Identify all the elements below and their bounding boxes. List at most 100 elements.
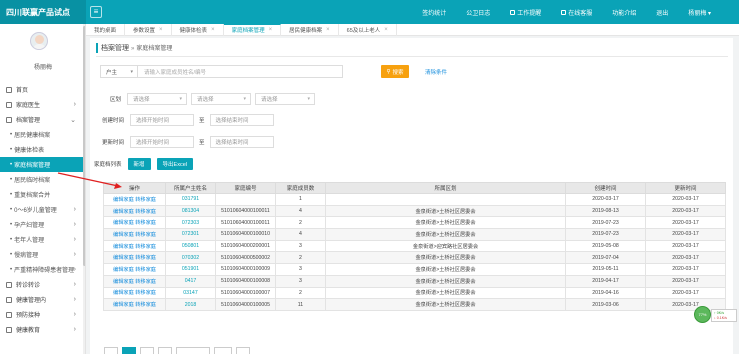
- topnav-item[interactable]: 在线客服: [551, 8, 602, 17]
- close-icon[interactable]: ×: [326, 27, 330, 33]
- row-actions-link[interactable]: 编辑家庭 转移家庭: [113, 197, 156, 203]
- page-prev[interactable]: [104, 347, 118, 354]
- table-cell: 2020-03-17: [645, 239, 726, 253]
- owner-name-cell: 051901: [181, 266, 200, 273]
- search-type-select[interactable]: 户主 ▾: [100, 65, 138, 78]
- table-row[interactable]: 编辑家庭 转移家庭 03147 51010604000100007 2 金泉街道>土桥社…: [103, 286, 726, 300]
- close-icon[interactable]: ×: [159, 27, 163, 33]
- table-row[interactable]: 编辑家庭 转移家庭 2018 51010604000100005 11 金泉街道>土桥社…: [103, 298, 726, 311]
- search-input[interactable]: 请输入家庭成员姓名/编号: [138, 65, 343, 78]
- page-2[interactable]: [140, 347, 154, 354]
- column-header[interactable]: 创建时间: [565, 182, 646, 194]
- created-end-input[interactable]: 选择结束时间: [209, 114, 274, 126]
- topnav-item[interactable]: 签约统计: [412, 8, 456, 17]
- topnav-item[interactable]: 杨丽梅 ▾: [678, 8, 721, 17]
- column-header[interactable]: 家庭成员数: [275, 182, 326, 194]
- updated-start-input[interactable]: 选择开始时间: [130, 136, 195, 148]
- topnav-item[interactable]: 功能介绍: [602, 8, 646, 17]
- column-header[interactable]: 所属户主姓名: [165, 182, 216, 194]
- sidebar-item[interactable]: • 居民健康档案: [0, 127, 85, 142]
- sidebar-item[interactable]: • 慢病管理 ›: [0, 247, 85, 262]
- column-header[interactable]: 家庭编号: [215, 182, 276, 194]
- family-code-cell: 51010604000100007: [220, 289, 271, 296]
- table-cell: 081304: [165, 204, 216, 218]
- tab[interactable]: 家庭档案管理 ×: [223, 23, 282, 36]
- region-select-1[interactable]: 请选择 ▾: [127, 93, 188, 105]
- sidebar-item[interactable]: • 严重精神障碍患者管理 ›: [0, 262, 85, 277]
- row-actions-link[interactable]: 编辑家庭 转移家庭: [113, 209, 156, 215]
- page-1[interactable]: [122, 347, 136, 354]
- row-actions-link[interactable]: 编辑家庭 转移家庭: [113, 302, 156, 308]
- sidebar-item[interactable]: • 老年人管理 ›: [0, 232, 85, 247]
- menu-toggle-icon[interactable]: ≡: [90, 6, 102, 18]
- topnav-item[interactable]: 工作提醒: [500, 8, 551, 17]
- table-row[interactable]: 编辑家庭 转移家庭 050801 51010604000200001 3 金泉街道>迎宾…: [103, 239, 726, 253]
- tab[interactable]: 居民健康档案 ×: [281, 23, 339, 36]
- table-row[interactable]: 编辑家庭 转移家庭 031791 1 2020-03-17 2020-03-17: [103, 193, 726, 206]
- search-button[interactable]: ⚲ 搜索: [381, 65, 409, 78]
- tab[interactable]: 我的桌面: [86, 23, 126, 36]
- page-3[interactable]: [158, 347, 172, 354]
- topnav-item[interactable]: 退出: [646, 8, 678, 17]
- table-row[interactable]: 编辑家庭 转移家庭 0417 51010604000100008 3 金泉街道>土桥社区…: [103, 274, 726, 288]
- sidebar-scrollbar-thumb[interactable]: [83, 26, 85, 266]
- table-row[interactable]: 编辑家庭 转移家庭 051901 51010604000100009 3 金泉街道>土桥…: [103, 263, 726, 276]
- row-actions-link[interactable]: 编辑家庭 转移家庭: [113, 232, 156, 238]
- updated-time-cell: 2020-03-17: [672, 196, 699, 203]
- avatar[interactable]: [30, 32, 48, 50]
- tab[interactable]: 参数设置 ×: [125, 23, 172, 36]
- table-row[interactable]: 编辑家庭 转移家庭 072303 51010604000100011 2 金泉街道>土桥…: [103, 216, 726, 230]
- column-header[interactable]: 更新时间: [645, 182, 726, 194]
- network-monitor-badge[interactable]: 77%: [694, 306, 711, 323]
- sidebar-item[interactable]: 健康管理内 ›: [0, 292, 85, 307]
- row-actions-link[interactable]: 编辑家庭 转移家庭: [113, 290, 156, 296]
- sidebar-item[interactable]: • 0～6岁儿童管理 ›: [0, 202, 85, 217]
- table-row[interactable]: 编辑家庭 转移家庭 081304 51010604000100011 4 金泉街道>土桥…: [103, 204, 726, 218]
- sidebar-item[interactable]: 档案管理 ⌄: [0, 112, 85, 127]
- table-cell: 金泉街道>土桥社区居委会: [325, 228, 566, 241]
- row-actions-link[interactable]: 编辑家庭 转移家庭: [113, 255, 156, 261]
- clear-filters-link[interactable]: 清除条件: [425, 68, 447, 76]
- sidebar-item[interactable]: • 重复档案合并: [0, 187, 85, 202]
- row-actions-link[interactable]: 编辑家庭 转移家庭: [113, 279, 156, 285]
- tab[interactable]: 65及以上老人 ×: [339, 23, 397, 36]
- sidebar-item[interactable]: 家庭医生 ›: [0, 97, 85, 112]
- table-cell: 51010604000100007: [215, 286, 276, 300]
- sidebar-item[interactable]: 首页: [0, 82, 85, 97]
- region-select-3[interactable]: 请选择 ▾: [255, 93, 316, 105]
- region-filter-row: 区划 请选择 ▾ 请选择 ▾ 请选择 ▾: [110, 93, 319, 105]
- created-start-input[interactable]: 选择开始时间: [130, 114, 195, 126]
- row-actions-link[interactable]: 编辑家庭 转移家庭: [113, 244, 156, 250]
- column-header[interactable]: 所属区划: [325, 182, 566, 194]
- sidebar-item[interactable]: 健康教育 ›: [0, 322, 85, 337]
- region-select-2[interactable]: 请选择 ▾: [191, 93, 252, 105]
- page-next[interactable]: [236, 347, 250, 354]
- table-row[interactable]: 编辑家庭 转移家庭 072301 51010604000100010 4 金泉街道>土桥…: [103, 228, 726, 241]
- row-actions-link[interactable]: 编辑家庭 转移家庭: [113, 267, 156, 273]
- breadcrumb-root[interactable]: 档案管理: [101, 45, 129, 52]
- close-icon[interactable]: ×: [269, 27, 273, 33]
- close-icon[interactable]: ×: [384, 27, 388, 33]
- sidebar-item[interactable]: 预防接种 ›: [0, 307, 85, 322]
- add-button[interactable]: 新增: [127, 158, 151, 170]
- region-cell: 金泉街道>土桥社区居委会: [415, 266, 476, 273]
- page-jump-input[interactable]: [214, 347, 232, 354]
- row-actions-link[interactable]: 编辑家庭 转移家庭: [113, 220, 156, 226]
- top-nav: 签约统计 公卫日志 工作提醒 在线客服 功能介绍 退出 杨丽梅 ▾: [412, 0, 721, 24]
- close-icon[interactable]: ×: [211, 27, 215, 33]
- table-row[interactable]: 编辑家庭 转移家庭 070302 51010604000500002 2 金泉街道>土桥…: [103, 251, 726, 265]
- region-cell: 金泉街道>土桥社区居委会: [415, 278, 476, 285]
- sidebar-item[interactable]: 转诊转诊 ›: [0, 277, 85, 292]
- topnav-item[interactable]: 公卫日志: [456, 8, 500, 17]
- page-size-select[interactable]: [176, 347, 210, 354]
- export-excel-button[interactable]: 导出Excel: [156, 158, 193, 170]
- updated-end-input[interactable]: 选择结束时间: [209, 136, 274, 148]
- sidebar-item[interactable]: • 健康体检表: [0, 142, 85, 157]
- table-cell: [215, 193, 276, 206]
- tab[interactable]: 健康体检表 ×: [172, 23, 224, 36]
- table-cell: 51010604000500002: [215, 251, 276, 265]
- sidebar-item[interactable]: • 家庭档案管理: [0, 157, 85, 172]
- sidebar-item[interactable]: • 居民临时档案: [0, 172, 85, 187]
- sidebar-item[interactable]: • 孕产妇管理 ›: [0, 217, 85, 232]
- column-header[interactable]: 操作: [103, 182, 166, 194]
